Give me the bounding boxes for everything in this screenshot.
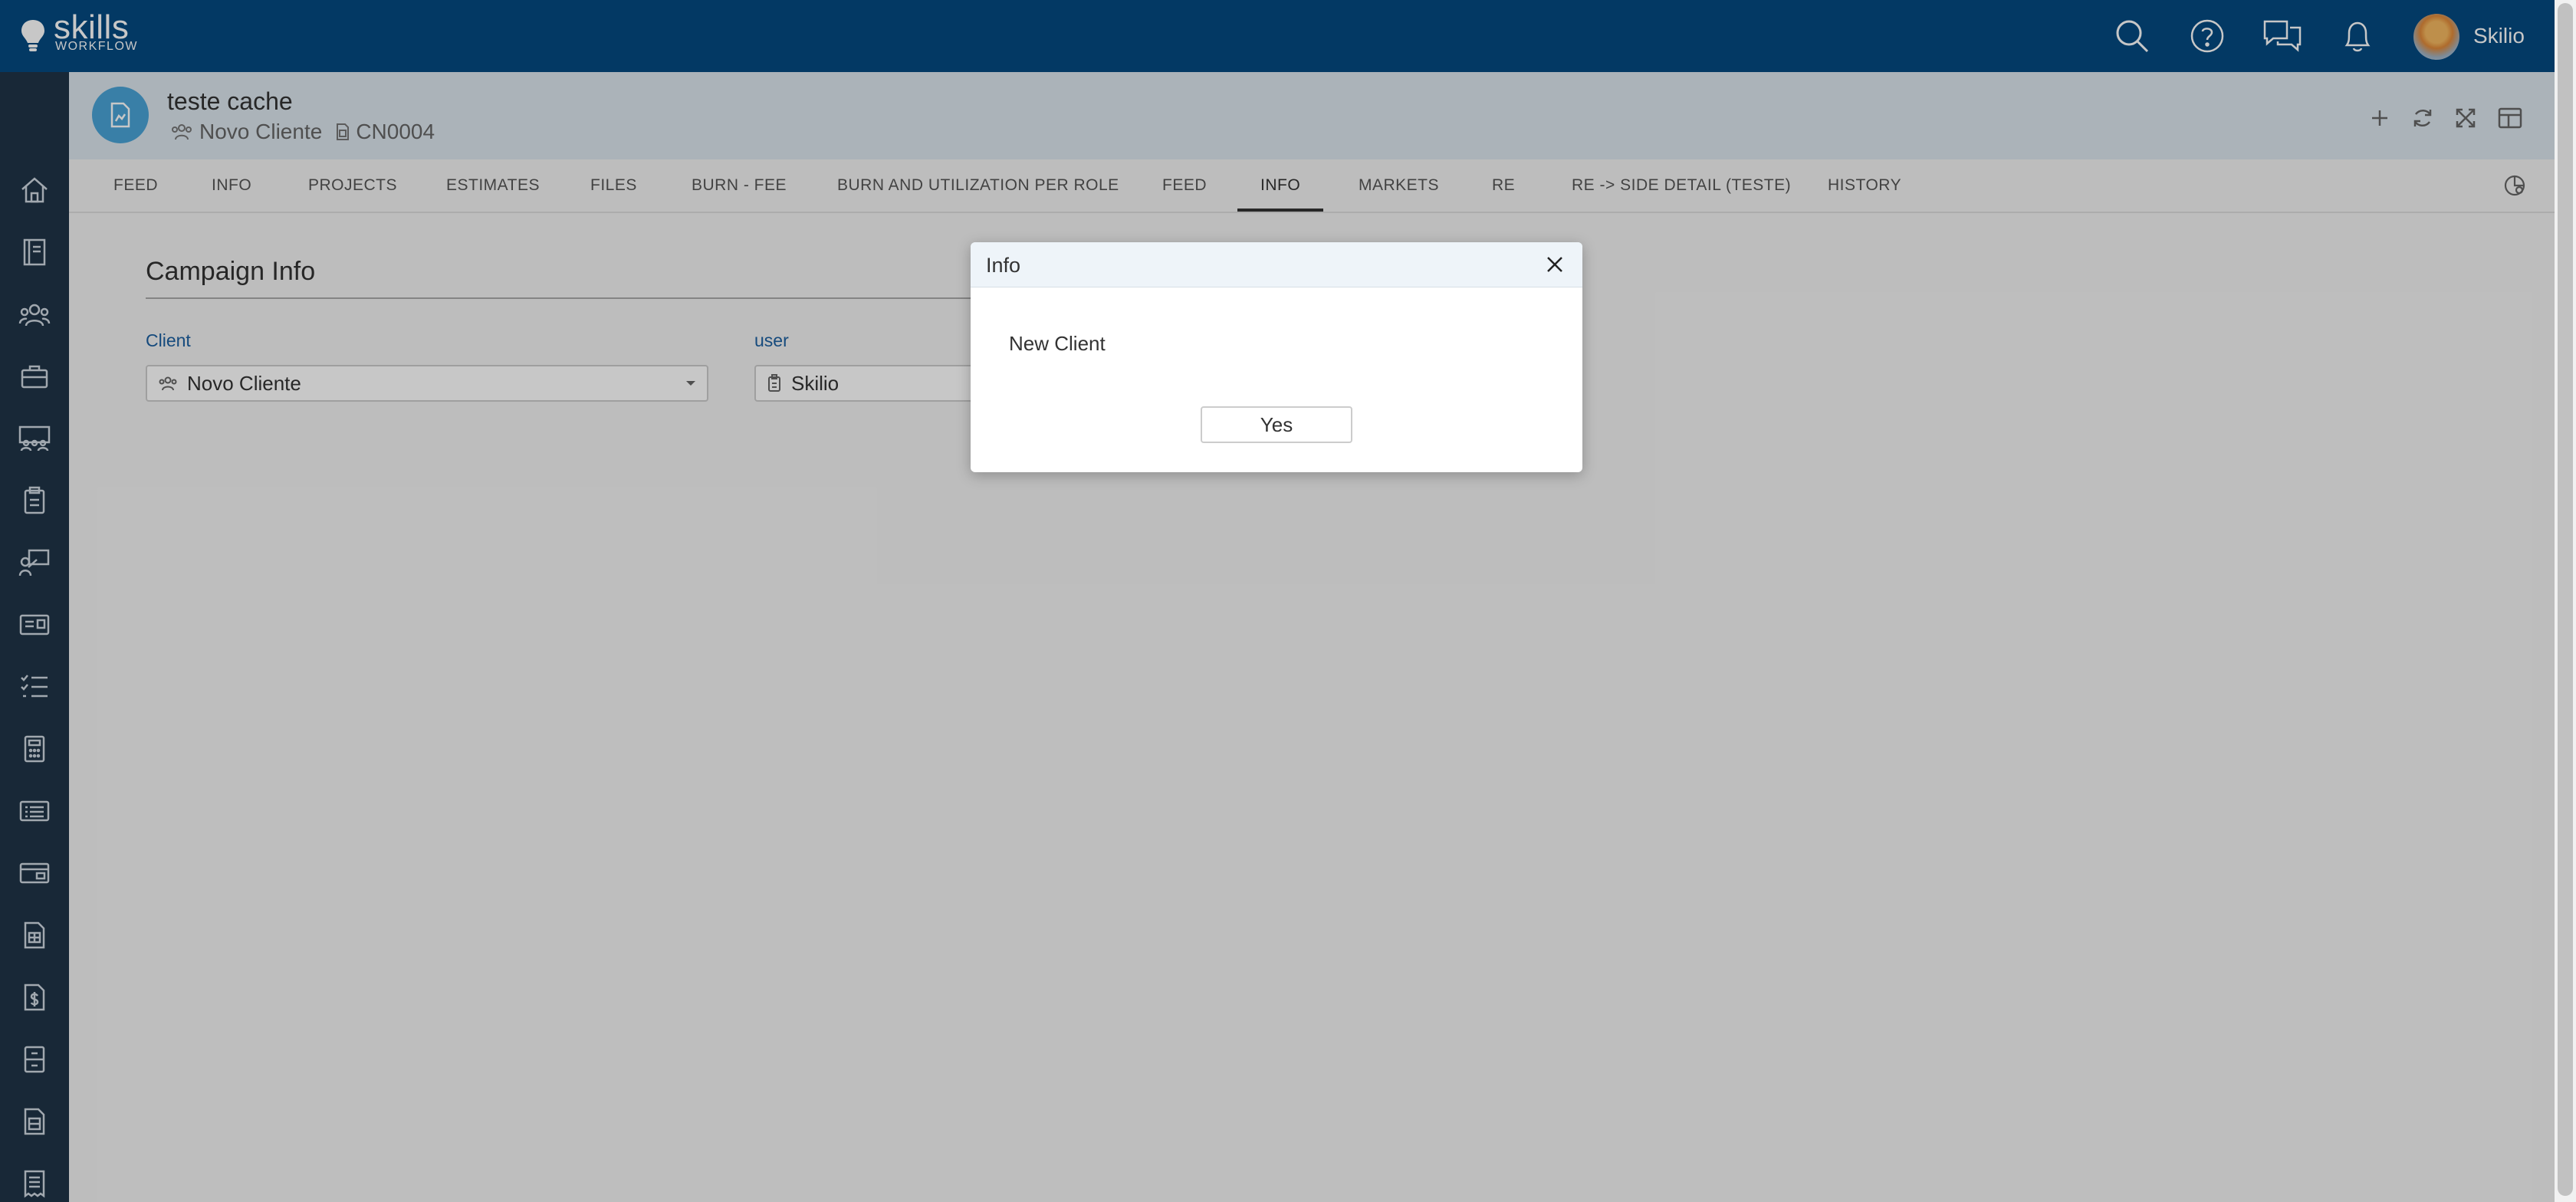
info-dialog: Info New Client Yes	[971, 242, 1582, 472]
modal-backdrop[interactable]	[0, 0, 2555, 1202]
yes-button[interactable]: Yes	[1201, 406, 1352, 443]
scrollbar-thumb[interactable]	[2558, 3, 2573, 1196]
close-icon[interactable]	[1541, 251, 1569, 278]
dialog-title: Info	[986, 254, 1021, 277]
dialog-header	[971, 242, 1582, 287]
dialog-message: New Client	[1009, 332, 1106, 355]
